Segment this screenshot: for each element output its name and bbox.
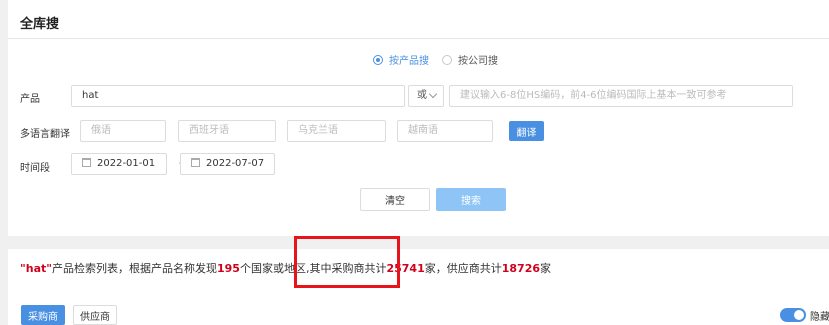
search-button[interactable]: 搜索 [436,188,506,211]
hide-toggle-label: 隐藏 [810,312,829,323]
end-date-input[interactable]: 2022-07-07 [180,153,275,175]
country-count: 195 [216,262,240,275]
hs-code-input[interactable]: 建议输入6-8位HS编码，前4-6位编码国际上基本一致可参考 [449,85,793,107]
calendar-icon [82,158,91,167]
translation-label: 多语言翻译 [20,129,70,140]
translation-ukrainian-input[interactable]: 乌克兰语 [287,120,386,142]
radio-by-company[interactable]: 按公司搜 [442,52,498,67]
product-label: 产品 [20,94,40,105]
supplier-count: 18726 [501,262,541,275]
results-summary: "hat"产品检索列表，根据产品名称发现195个国家或地区,其中采购商共计257… [20,260,551,276]
tab-buyers[interactable]: 采购商 [21,305,65,325]
translation-russian-input[interactable]: 俄语 [80,120,166,142]
operator-value: 或 [417,90,427,101]
clear-button[interactable]: 清空 [360,188,430,211]
radio-checked-icon [373,54,383,65]
calendar-icon [191,158,200,167]
results-panel: "hat"产品检索列表，根据产品名称发现195个国家或地区,其中采购商共计257… [8,249,829,325]
title-divider [8,38,829,39]
translate-button[interactable]: 翻译 [509,121,544,141]
page-title: 全库搜 [20,17,60,32]
radio-by-product[interactable]: 按产品搜 [373,52,429,67]
chevron-down-icon [428,89,438,99]
product-input[interactable]: hat [71,85,405,107]
search-panel: 全库搜 按产品搜 按公司搜 产品 hat 或 建议输入6-8位HS编码，前4-6… [8,0,829,236]
tab-suppliers[interactable]: 供应商 [73,305,117,325]
radio-unchecked-icon [442,54,452,65]
operator-select[interactable]: 或 [408,85,444,107]
radio-by-product-label: 按产品搜 [389,56,429,67]
period-label: 时间段 [20,163,50,174]
summary-text-3: 家，供应商共计 [424,262,502,275]
summary-text-4: 家 [540,262,552,275]
start-date-value: 2022-01-01 [97,158,156,169]
translation-vietnamese-input[interactable]: 越南语 [397,120,493,142]
translation-spanish-input[interactable]: 西班牙语 [178,120,276,142]
summary-text-1: 产品检索列表，根据产品名称发现 [51,262,217,275]
hide-toggle[interactable] [780,308,806,322]
annotation-highlight-box [294,236,400,288]
end-date-value: 2022-07-07 [206,158,265,169]
start-date-input[interactable]: 2022-01-01 [71,153,167,175]
radio-by-company-label: 按公司搜 [458,56,498,67]
summary-keyword: hat [25,262,47,275]
